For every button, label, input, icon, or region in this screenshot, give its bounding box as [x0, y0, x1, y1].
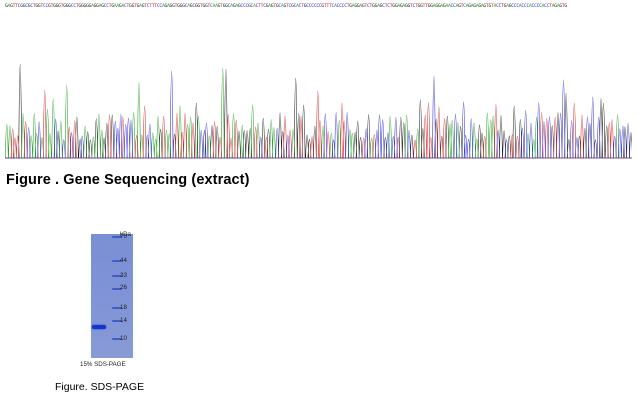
marker-label: 70	[120, 232, 127, 240]
marker-label: 33	[120, 271, 127, 279]
sds-page-gel-figure: kDa 70 44 33 26 18 14 10 15% SDS-PAGE	[76, 228, 196, 378]
marker-label: 14	[120, 316, 127, 324]
marker-label: 44	[120, 256, 127, 264]
marker-label: 18	[120, 303, 127, 311]
sds-page-caption: Figure. SDS-PAGE	[55, 381, 145, 393]
gene-sequencing-caption: Figure . Gene Sequencing (extract)	[6, 172, 250, 188]
sample-band	[92, 325, 106, 329]
sequencing-chromatogram	[5, 63, 632, 159]
gel-caption: 15% SDS-PAGE	[80, 361, 126, 368]
marker-label: 10	[120, 334, 127, 342]
sequence-text: GAGTTCGGCGCTGGTCCGTGGGTGGGCCTGGGGGAGGAGC…	[5, 4, 567, 9]
marker-label: 26	[120, 284, 127, 292]
